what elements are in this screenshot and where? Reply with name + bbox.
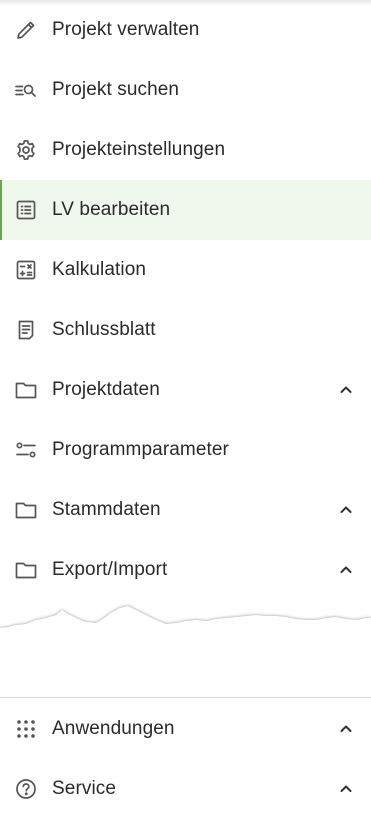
menu-item-label: Export/Import xyxy=(52,559,168,580)
menu-item-label: Stammdaten xyxy=(52,499,161,520)
menu-item-schlussblatt[interactable]: Schlussblatt xyxy=(0,300,371,360)
document-icon xyxy=(14,318,38,342)
chevron-up-icon[interactable] xyxy=(337,501,355,519)
list-search-icon xyxy=(14,78,38,102)
apps-grid-icon xyxy=(14,717,38,741)
menu-item-projekt-suchen[interactable]: Projekt suchen xyxy=(0,60,371,120)
menu-item-label: Schlussblatt xyxy=(52,319,156,340)
menu-item-projekt-verwalten[interactable]: Projekt verwalten xyxy=(0,0,371,60)
gear-icon xyxy=(14,138,38,162)
menu-item-label: Kalkulation xyxy=(52,259,147,280)
calculator-icon xyxy=(14,258,38,282)
menu-item-service[interactable]: Service xyxy=(0,759,371,813)
menu-item-label: Projekt suchen xyxy=(52,79,180,100)
help-circle-icon xyxy=(14,777,38,801)
folder-icon xyxy=(14,378,38,402)
menu-item-label: Projekt verwalten xyxy=(52,19,200,40)
menu-item-stammdaten[interactable]: Stammdaten xyxy=(0,480,371,540)
menu-item-export-import[interactable]: Export/Import xyxy=(0,540,371,600)
menu-item-lv-bearbeiten[interactable]: LV bearbeiten xyxy=(0,180,371,240)
footer-divider xyxy=(0,697,371,698)
menu-item-programmparameter[interactable]: Programmparameter xyxy=(0,420,371,480)
menu-item-projektdaten[interactable]: Projektdaten xyxy=(0,360,371,420)
menu-item-kalkulation[interactable]: Kalkulation xyxy=(0,240,371,300)
menu-item-anwendungen[interactable]: Anwendungen xyxy=(0,699,371,759)
torn-edge-divider xyxy=(0,598,371,640)
list-document-icon xyxy=(14,198,38,222)
sliders-icon xyxy=(14,438,38,462)
folder-icon xyxy=(14,558,38,582)
chevron-up-icon[interactable] xyxy=(337,780,355,798)
menu-item-label: Projektdaten xyxy=(52,379,160,400)
chevron-up-icon[interactable] xyxy=(337,561,355,579)
chevron-up-icon[interactable] xyxy=(337,381,355,399)
menu-item-label: Projekteinstellungen xyxy=(52,139,226,160)
menu-item-projekteinstellungen[interactable]: Projekteinstellungen xyxy=(0,120,371,180)
pencil-icon xyxy=(14,18,38,42)
menu-item-label: LV bearbeiten xyxy=(52,199,171,220)
chevron-up-icon[interactable] xyxy=(337,720,355,738)
menu-item-label: Anwendungen xyxy=(52,718,175,739)
menu-item-label: Service xyxy=(52,778,117,799)
menu-item-label: Programmparameter xyxy=(52,439,229,460)
folder-icon xyxy=(14,498,38,522)
